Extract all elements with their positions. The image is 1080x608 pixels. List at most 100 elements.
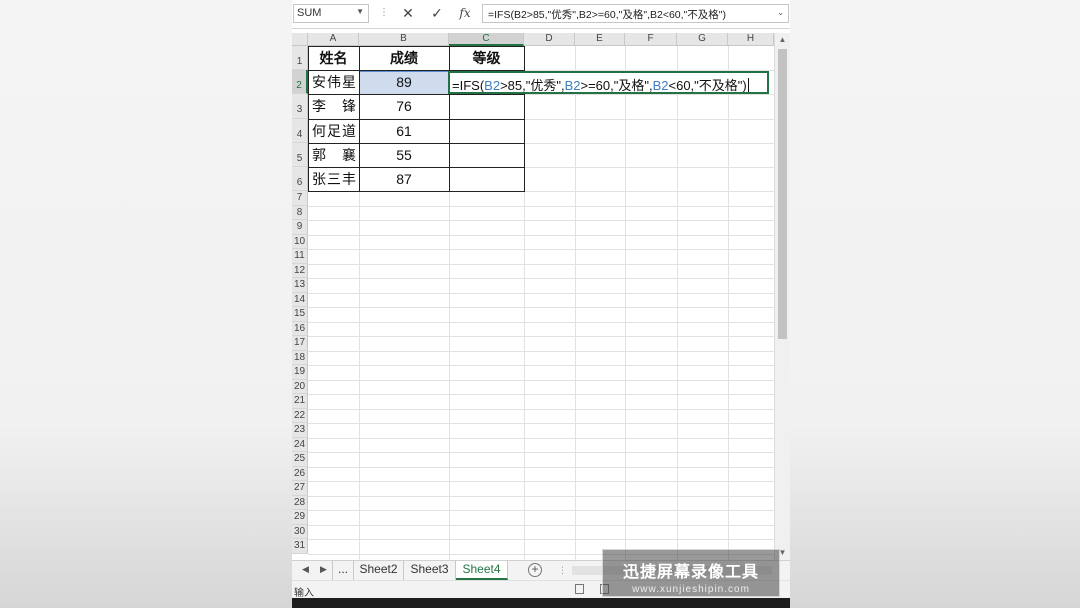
table-border [308,167,525,168]
tab-sheet3[interactable]: Sheet3 [404,561,456,580]
formula-bar-separator-icon: ⋮ [379,7,389,18]
background-left [0,0,292,608]
gridline-horizontal [308,408,774,410]
score-cell[interactable]: 87 [359,167,449,191]
row-header-2[interactable]: 2 [292,70,308,95]
tab-scroll-right-icon[interactable]: ▶ [320,564,327,575]
taskbar [292,598,790,608]
gridline-horizontal [308,307,774,309]
row-header-20[interactable]: 20 [292,379,308,395]
row-header-4[interactable]: 4 [292,118,308,143]
cell-reference: B2 [484,78,501,93]
cell-editor-c2[interactable]: =IFS(B2>85,"优秀",B2>=60,"及格",B2<60,"不及格") [448,71,769,94]
table-border [359,46,360,193]
row-header-25[interactable]: 25 [292,452,308,467]
row-header-13[interactable]: 13 [292,278,308,293]
row-header-19[interactable]: 19 [292,365,308,380]
row-header-7[interactable]: 7 [292,191,308,206]
normal-view-icon[interactable] [575,584,584,594]
row-header-15[interactable]: 15 [292,307,308,322]
score-cell[interactable]: 61 [359,119,449,143]
row-header-23[interactable]: 23 [292,423,308,438]
watermark-url: www.xunjieshipin.com [632,584,750,595]
column-header-g[interactable]: G [677,33,728,46]
column-header-e[interactable]: E [575,33,625,46]
row-header-31[interactable]: 31 [292,539,308,554]
row-header-14[interactable]: 14 [292,292,308,308]
tab-overflow[interactable]: ... [332,561,354,580]
row-header-11[interactable]: 11 [292,249,308,264]
watermark-title: 迅捷屏幕录像工具 [622,564,759,581]
row-header-22[interactable]: 22 [292,408,308,424]
tab-sheet4[interactable]: Sheet4 [456,561,508,580]
grade-cell[interactable] [449,143,524,167]
name-cell[interactable]: 安伟星 [308,70,359,94]
name-box-value: SUM [297,7,322,19]
row-header-1[interactable]: 1 [292,46,308,71]
column-header-b[interactable]: B [359,33,449,46]
add-sheet-icon[interactable]: + [528,563,542,577]
expand-formula-icon[interactable]: ⌄ [777,8,784,17]
row-header-30[interactable]: 30 [292,524,308,540]
column-header-f[interactable]: F [625,33,677,46]
cancel-icon[interactable]: ✕ [397,4,419,23]
gridline-horizontal [308,278,774,280]
row-header-29[interactable]: 29 [292,510,308,525]
tab-scroll-left-icon[interactable]: ◀ [302,564,309,575]
table-border [308,191,525,193]
column-header-a[interactable]: A [308,33,359,46]
name-cell[interactable]: 李 锋 [308,94,359,118]
row-header-26[interactable]: 26 [292,466,308,482]
row-header-10[interactable]: 10 [292,234,308,250]
score-cell[interactable]: 76 [359,94,449,118]
gridline-horizontal [308,379,774,381]
table-header-cell[interactable]: 成绩 [359,46,449,70]
grade-cell[interactable] [449,167,524,191]
formula-part: >=60,"及格", [580,78,653,93]
insert-function-icon[interactable]: fx [454,4,476,23]
row-header-18[interactable]: 18 [292,350,308,366]
row-header-21[interactable]: 21 [292,394,308,409]
score-cell[interactable]: 89 [359,70,449,94]
row-header-9[interactable]: 9 [292,220,308,235]
table-border [308,142,525,144]
column-header-h[interactable]: H [728,33,774,46]
formula-input[interactable]: =IFS(B2>85,"优秀",B2>=60,"及格",B2<60,"不及格")… [482,4,789,23]
row-header-17[interactable]: 17 [292,336,308,351]
row-header-5[interactable]: 5 [292,142,308,167]
background-right [790,0,1080,608]
table-border [308,46,525,47]
row-header-27[interactable]: 27 [292,481,308,496]
text-caret [747,78,749,92]
row-header-3[interactable]: 3 [292,94,308,119]
name-cell[interactable]: 张三丰 [308,167,359,191]
row-header-28[interactable]: 28 [292,495,308,511]
grade-cell[interactable] [449,94,524,118]
name-cell[interactable]: 郭 襄 [308,143,359,167]
name-box-dropdown-icon[interactable]: ▼ [356,7,364,16]
gridline-vertical [728,46,729,560]
row-header-24[interactable]: 24 [292,437,308,453]
table-header-cell[interactable]: 姓名 [308,46,359,70]
scroll-thumb[interactable] [778,49,787,339]
row-header-6[interactable]: 6 [292,167,308,192]
row-header-12[interactable]: 12 [292,263,308,279]
select-all-corner[interactable] [292,33,308,46]
tab-sheet2[interactable]: Sheet2 [354,561,404,580]
table-header-cell[interactable]: 等级 [449,46,524,70]
formula-part: =IFS( [452,78,485,93]
gridline-horizontal [308,336,774,338]
score-cell[interactable]: 55 [359,143,449,167]
name-box[interactable]: SUM ▼ [293,4,369,23]
row-header-16[interactable]: 16 [292,321,308,337]
scroll-up-icon[interactable]: ▲ [775,33,790,47]
enter-icon[interactable]: ✓ [426,4,448,23]
column-header-d[interactable]: D [524,33,575,46]
column-header-c[interactable]: C [449,33,524,46]
vertical-scrollbar[interactable]: ▲ ▼ [774,33,790,560]
row-header-8[interactable]: 8 [292,205,308,221]
name-cell[interactable]: 何足道 [308,119,359,143]
tab-splitter-icon[interactable]: ⋮ [558,565,567,576]
gridline-vertical [677,46,678,560]
grade-cell[interactable] [449,119,524,143]
